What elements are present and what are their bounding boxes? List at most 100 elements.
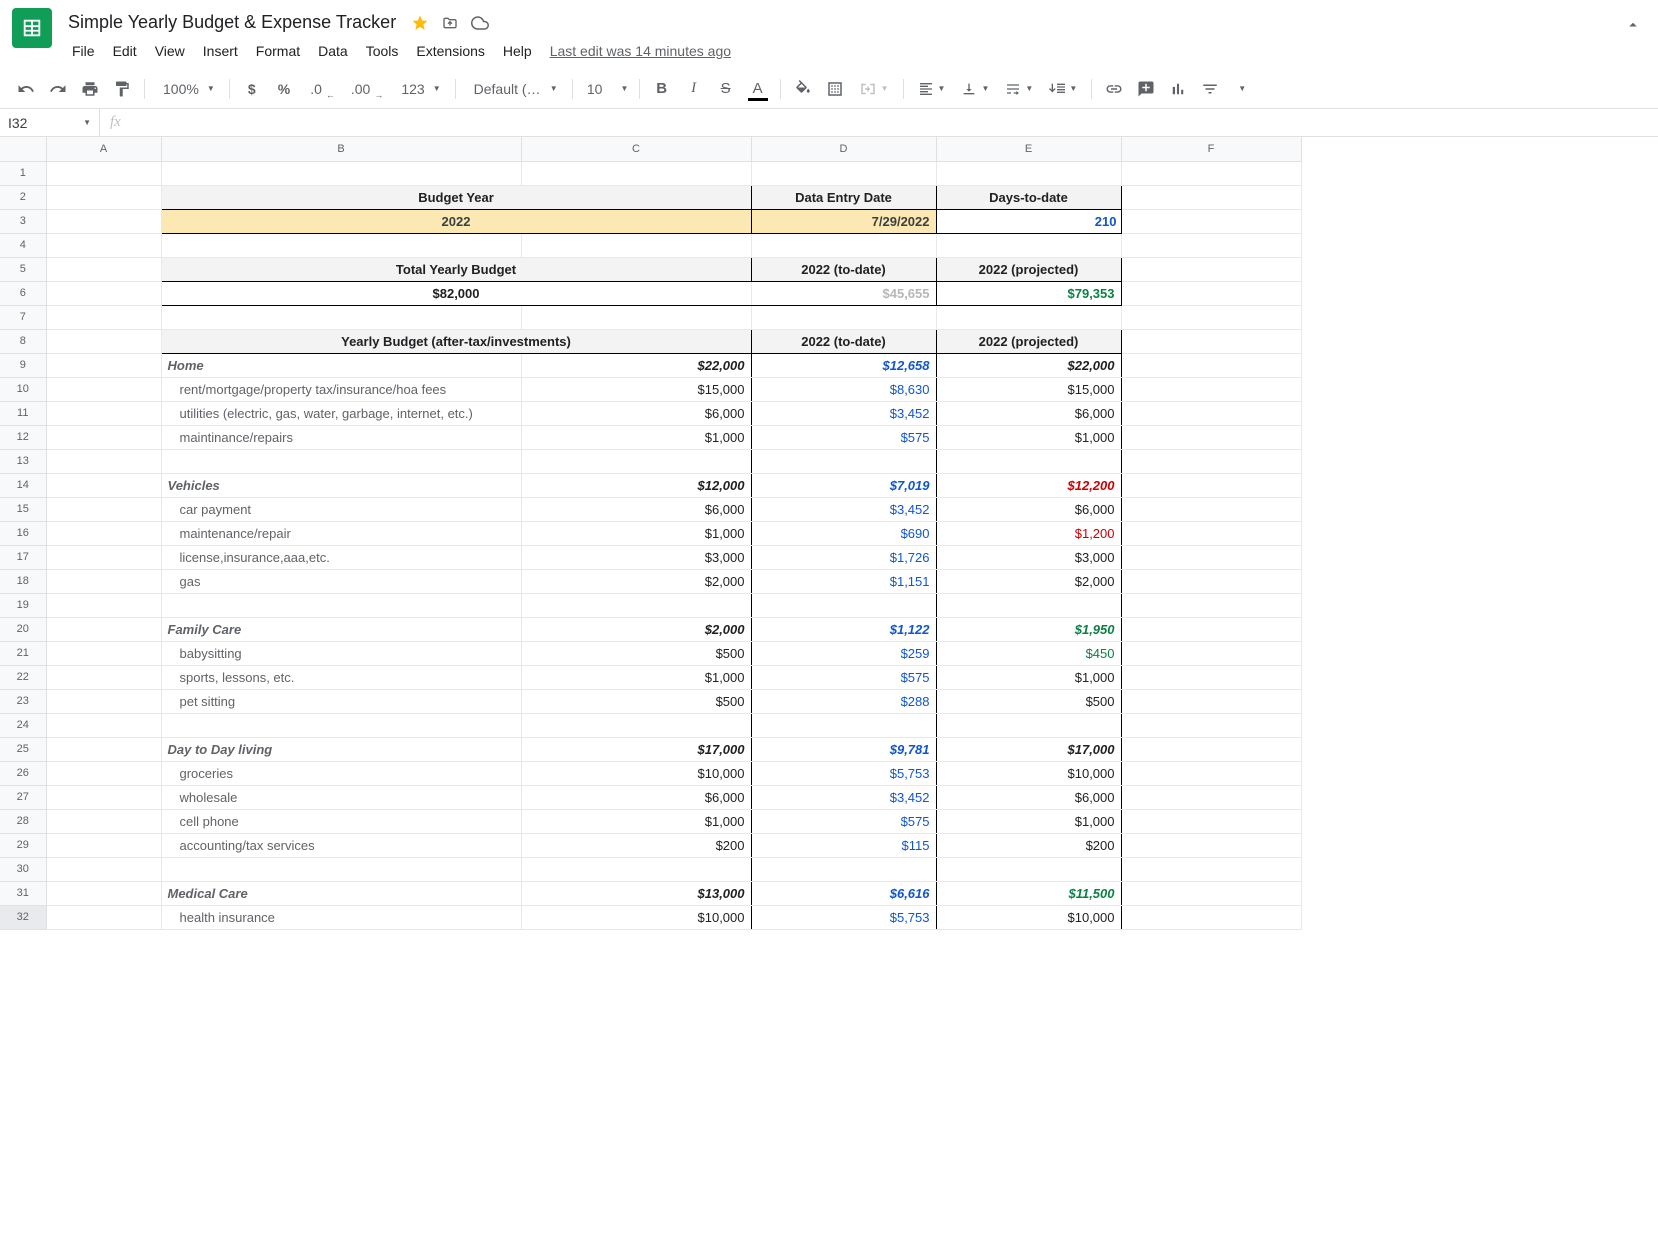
cell[interactable]: $1,000 [936,425,1121,449]
insert-link-button[interactable] [1100,75,1128,103]
insert-comment-button[interactable] [1132,75,1160,103]
cell[interactable]: Family Care [161,617,521,641]
text-rotation-button[interactable]: ▼ [1043,75,1083,103]
cell[interactable]: $2,000 [521,617,751,641]
row-header[interactable]: 19 [0,593,46,617]
cell[interactable]: $259 [751,641,936,665]
cell[interactable]: utilities (electric, gas, water, garbage… [161,401,521,425]
row-header[interactable]: 26 [0,761,46,785]
cell[interactable]: $3,000 [521,545,751,569]
cell[interactable]: 2022 (projected) [936,329,1121,353]
cell[interactable]: $79,353 [936,281,1121,305]
cell[interactable]: $1,000 [521,521,751,545]
row-header[interactable]: 32 [0,905,46,929]
row-header[interactable]: 5 [0,257,46,281]
menu-extensions[interactable]: Extensions [408,39,492,63]
cell[interactable]: 7/29/2022 [751,209,936,233]
row-header[interactable]: 14 [0,473,46,497]
row-header[interactable]: 21 [0,641,46,665]
row-header[interactable]: 23 [0,689,46,713]
cell[interactable]: cell phone [161,809,521,833]
cell[interactable]: 2022 [161,209,751,233]
star-icon[interactable] [410,13,430,33]
bold-button[interactable]: B [648,75,676,103]
cell[interactable]: $45,655 [751,281,936,305]
menu-tools[interactable]: Tools [358,39,407,63]
sheet-grid[interactable]: A B C D E F 1 2 Budget Year Data Entry D… [0,137,1302,930]
row-header[interactable]: 25 [0,737,46,761]
cell[interactable]: $82,000 [161,281,751,305]
filter-button[interactable] [1196,75,1224,103]
row-header[interactable]: 29 [0,833,46,857]
row-header[interactable]: 18 [0,569,46,593]
row-header[interactable]: 4 [0,233,46,257]
cell[interactable]: $6,000 [521,401,751,425]
cell[interactable]: $1,122 [751,617,936,641]
row-header[interactable]: 12 [0,425,46,449]
cell[interactable]: $5,753 [751,905,936,929]
horizontal-align-button[interactable]: ▼ [912,75,952,103]
cell[interactable]: $115 [751,833,936,857]
cell[interactable]: $11,500 [936,881,1121,905]
cell[interactable]: pet sitting [161,689,521,713]
row-header[interactable]: 10 [0,377,46,401]
cell[interactable]: $10,000 [521,905,751,929]
cell[interactable]: gas [161,569,521,593]
cell[interactable]: license,insurance,aaa,etc. [161,545,521,569]
cell[interactable]: $2,000 [936,569,1121,593]
filter-dropdown[interactable]: ▼ [1228,75,1256,103]
cell[interactable]: $575 [751,665,936,689]
cell[interactable]: $200 [936,833,1121,857]
cell[interactable]: $6,000 [936,785,1121,809]
col-header-B[interactable]: B [161,137,521,161]
cell[interactable]: $17,000 [936,737,1121,761]
strikethrough-button[interactable]: S [712,75,740,103]
row-header[interactable]: 11 [0,401,46,425]
cell[interactable]: $12,658 [751,353,936,377]
format-percent-button[interactable]: % [270,75,298,103]
row-header[interactable]: 3 [0,209,46,233]
menu-file[interactable]: File [64,39,103,63]
cell[interactable]: $1,000 [521,665,751,689]
cell[interactable]: $15,000 [936,377,1121,401]
cell[interactable]: $500 [521,641,751,665]
sheets-logo[interactable] [12,8,52,48]
row-header[interactable]: 1 [0,161,46,185]
formula-input[interactable] [131,115,1658,130]
cell[interactable]: Medical Care [161,881,521,905]
row-header[interactable]: 13 [0,449,46,473]
row-header[interactable]: 6 [0,281,46,305]
cell[interactable]: $9,781 [751,737,936,761]
cell[interactable]: sports, lessons, etc. [161,665,521,689]
cell[interactable]: $3,452 [751,401,936,425]
menu-help[interactable]: Help [495,39,540,63]
cell[interactable]: maintinance/repairs [161,425,521,449]
row-header[interactable]: 27 [0,785,46,809]
fill-color-button[interactable] [789,75,817,103]
cell[interactable]: $1,151 [751,569,936,593]
cell[interactable]: $6,616 [751,881,936,905]
cell[interactable]: $1,726 [751,545,936,569]
col-header-D[interactable]: D [751,137,936,161]
cell[interactable]: $500 [936,689,1121,713]
cell[interactable]: health insurance [161,905,521,929]
cell[interactable]: accounting/tax services [161,833,521,857]
increase-decimal-button[interactable]: .00→ [343,75,387,103]
cell[interactable]: 210 [936,209,1121,233]
insert-chart-button[interactable] [1164,75,1192,103]
more-formats-button[interactable]: 123▼ [391,75,446,103]
cell[interactable]: $1,950 [936,617,1121,641]
vertical-align-button[interactable]: ▼ [955,75,995,103]
cell[interactable]: rent/mortgage/property tax/insurance/hoa… [161,377,521,401]
menu-edit[interactable]: Edit [105,39,145,63]
row-header[interactable]: 31 [0,881,46,905]
menu-format[interactable]: Format [248,39,308,63]
text-wrap-button[interactable]: ▼ [999,75,1039,103]
col-header-A[interactable]: A [46,137,161,161]
cell[interactable]: $12,200 [936,473,1121,497]
cell[interactable]: car payment [161,497,521,521]
redo-button[interactable] [44,75,72,103]
cell[interactable]: $6,000 [521,785,751,809]
cell[interactable]: Budget Year [161,185,751,209]
cell[interactable]: $1,000 [521,425,751,449]
